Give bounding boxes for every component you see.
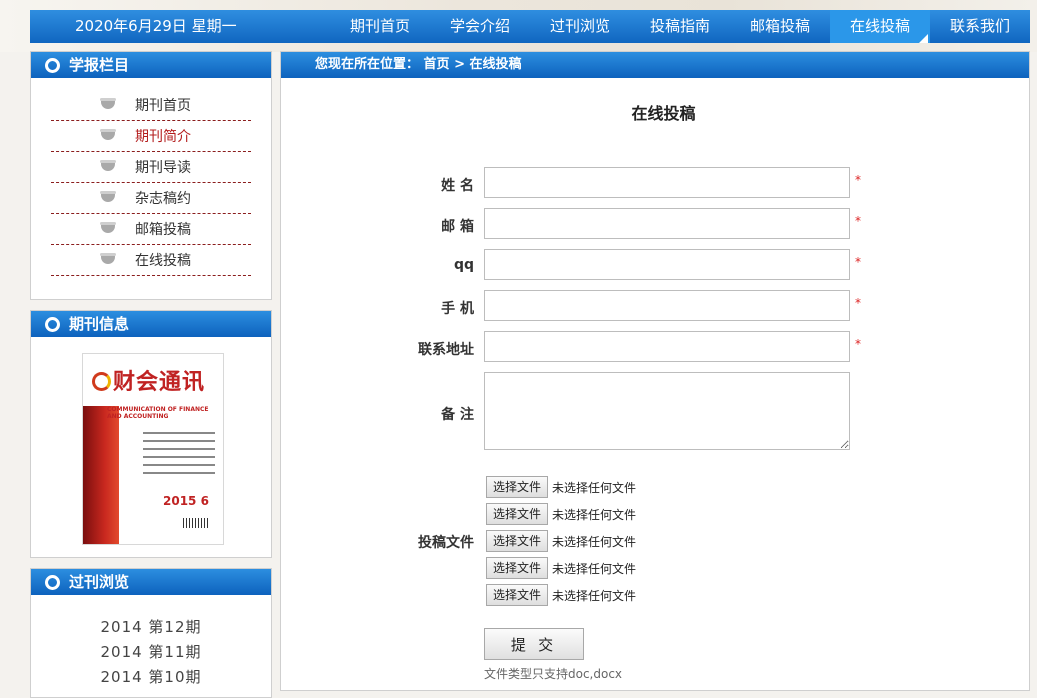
cover-logo-text: 财会通讯 — [113, 369, 206, 395]
menu-item-label: 邮箱投稿 — [135, 222, 191, 238]
required-marker: * — [855, 214, 861, 228]
address-field[interactable] — [484, 331, 850, 362]
cover-caption: COMMUNICATION OF FINANCE AND ACCOUNTING — [107, 406, 209, 420]
email-label: 邮 箱 — [441, 219, 474, 235]
file-status: 未选择任何文件 — [552, 561, 637, 576]
barcode-icon — [183, 518, 209, 528]
teacup-icon — [100, 222, 116, 233]
journal-info-header: 期刊信息 — [31, 311, 271, 337]
archive-panel-title: 过刊浏览 — [69, 573, 130, 591]
menu-item-label: 期刊首页 — [135, 98, 191, 114]
submit-button[interactable]: 提 交 — [484, 628, 584, 660]
file-upload-2: 选择文件 未选择任何文件 — [486, 503, 636, 525]
file-type-note: 文件类型只支持doc,docx — [484, 667, 623, 681]
choose-file-button[interactable]: 选择文件 — [486, 530, 549, 552]
menu-item-label: 杂志稿约 — [135, 191, 191, 207]
required-marker: * — [855, 255, 861, 269]
nav-contact[interactable]: 联系我们 — [930, 10, 1030, 43]
menu-item-journal-home[interactable]: 期刊首页 — [51, 90, 251, 121]
email-field[interactable] — [484, 208, 850, 239]
phone-field[interactable] — [484, 290, 850, 321]
choose-file-button[interactable]: 选择文件 — [486, 584, 549, 606]
menu-item-call-for-papers[interactable]: 杂志稿约 — [51, 183, 251, 214]
journal-info-panel: 期刊信息 财会通讯 COMMUNICATION OF FINANCE AND A… — [30, 310, 272, 558]
remark-textarea[interactable] — [484, 372, 850, 450]
name-label: 姓 名 — [441, 178, 474, 194]
current-date: 2020年6月29日 星期一 — [75, 17, 237, 35]
menu-item-journal-intro[interactable]: 期刊简介 — [51, 121, 251, 152]
page-title: 在线投稿 — [631, 104, 696, 123]
circle-bullet-icon — [45, 58, 60, 73]
column-panel-title: 学报栏目 — [69, 56, 130, 74]
column-panel-header: 学报栏目 — [31, 52, 271, 78]
teacup-icon — [100, 253, 116, 264]
teacup-icon — [100, 129, 116, 140]
issue-link[interactable]: 2014 第10期 — [31, 665, 271, 690]
column-menu: 期刊首页 期刊简介 期刊导读 杂志稿约 邮箱投稿 在线投稿 — [51, 90, 251, 276]
qq-label: qq — [453, 257, 474, 273]
choose-file-button[interactable]: 选择文件 — [486, 557, 549, 579]
menu-item-label: 期刊导读 — [135, 160, 191, 176]
nav-submission-guide[interactable]: 投稿指南 — [630, 10, 730, 43]
choose-file-button[interactable]: 选择文件 — [486, 503, 549, 525]
cover-red-band — [83, 406, 119, 544]
teacup-icon — [100, 191, 116, 202]
nav-archive[interactable]: 过刊浏览 — [530, 10, 630, 43]
journal-cover-image[interactable]: 财会通讯 COMMUNICATION OF FINANCE AND ACCOUN… — [82, 353, 224, 545]
breadcrumb: 您现在所在位置： 首页 > 在线投稿 — [281, 52, 1029, 78]
issue-list: 2014 第12期 2014 第11期 2014 第10期 — [31, 595, 271, 690]
file-status: 未选择任何文件 — [552, 480, 637, 495]
file-status: 未选择任何文件 — [552, 534, 637, 549]
qq-field[interactable] — [484, 249, 850, 280]
choose-file-button[interactable]: 选择文件 — [486, 476, 549, 498]
circle-bullet-icon — [45, 317, 60, 332]
cover-issue-number: 2015 6 — [163, 494, 209, 508]
menu-item-label: 在线投稿 — [135, 253, 191, 269]
file-upload-3: 选择文件 未选择任何文件 — [486, 530, 636, 552]
archive-panel-header: 过刊浏览 — [31, 569, 271, 595]
menu-item-journal-guide[interactable]: 期刊导读 — [51, 152, 251, 183]
top-nav-bar: 2020年6月29日 星期一 期刊首页 学会介绍 过刊浏览 投稿指南 邮箱投稿 … — [30, 10, 1030, 43]
file-status: 未选择任何文件 — [552, 588, 637, 603]
breadcrumb-path[interactable]: 首页 > 在线投稿 — [424, 57, 522, 72]
nav-home[interactable]: 期刊首页 — [330, 10, 430, 43]
menu-item-online-submission[interactable]: 在线投稿 — [51, 245, 251, 276]
issue-link[interactable]: 2014 第12期 — [31, 615, 271, 640]
main-content: 您现在所在位置： 首页 > 在线投稿 在线投稿 姓 名 * 邮 箱 * qq *… — [280, 51, 1030, 691]
nav-email-submission[interactable]: 邮箱投稿 — [730, 10, 830, 43]
cover-logo: 财会通讯 — [83, 354, 223, 406]
nav-online-submission[interactable]: 在线投稿 — [830, 10, 930, 43]
nav-society-intro[interactable]: 学会介绍 — [430, 10, 530, 43]
circle-bullet-icon — [45, 575, 60, 590]
menu-item-email-submission[interactable]: 邮箱投稿 — [51, 214, 251, 245]
address-label: 联系地址 — [418, 342, 474, 358]
teacup-icon — [100, 98, 116, 109]
menu-item-label: 期刊简介 — [135, 129, 191, 145]
file-upload-1: 选择文件 未选择任何文件 — [486, 476, 636, 498]
required-marker: * — [855, 296, 861, 310]
active-corner-marker — [919, 34, 928, 43]
journal-logo-icon — [92, 372, 111, 391]
file-upload-4: 选择文件 未选择任何文件 — [486, 557, 636, 579]
main-nav: 期刊首页 学会介绍 过刊浏览 投稿指南 邮箱投稿 在线投稿 联系我们 — [330, 10, 1030, 43]
column-panel: 学报栏目 期刊首页 期刊简介 期刊导读 杂志稿约 邮箱投稿 在线投稿 — [30, 51, 272, 300]
archive-panel: 过刊浏览 2014 第12期 2014 第11期 2014 第10期 — [30, 568, 272, 698]
journal-info-title: 期刊信息 — [69, 315, 130, 333]
cover-text-lines — [143, 432, 215, 480]
files-label: 投稿文件 — [418, 535, 474, 551]
breadcrumb-prefix: 您现在所在位置： — [315, 57, 420, 72]
teacup-icon — [100, 160, 116, 171]
remark-label: 备 注 — [441, 407, 474, 423]
required-marker: * — [855, 337, 861, 351]
phone-label: 手 机 — [441, 301, 474, 317]
issue-link[interactable]: 2014 第11期 — [31, 640, 271, 665]
file-upload-5: 选择文件 未选择任何文件 — [486, 584, 636, 606]
file-status: 未选择任何文件 — [552, 507, 637, 522]
required-marker: * — [855, 173, 861, 187]
nav-online-submission-label: 在线投稿 — [849, 17, 910, 35]
name-field[interactable] — [484, 167, 850, 198]
